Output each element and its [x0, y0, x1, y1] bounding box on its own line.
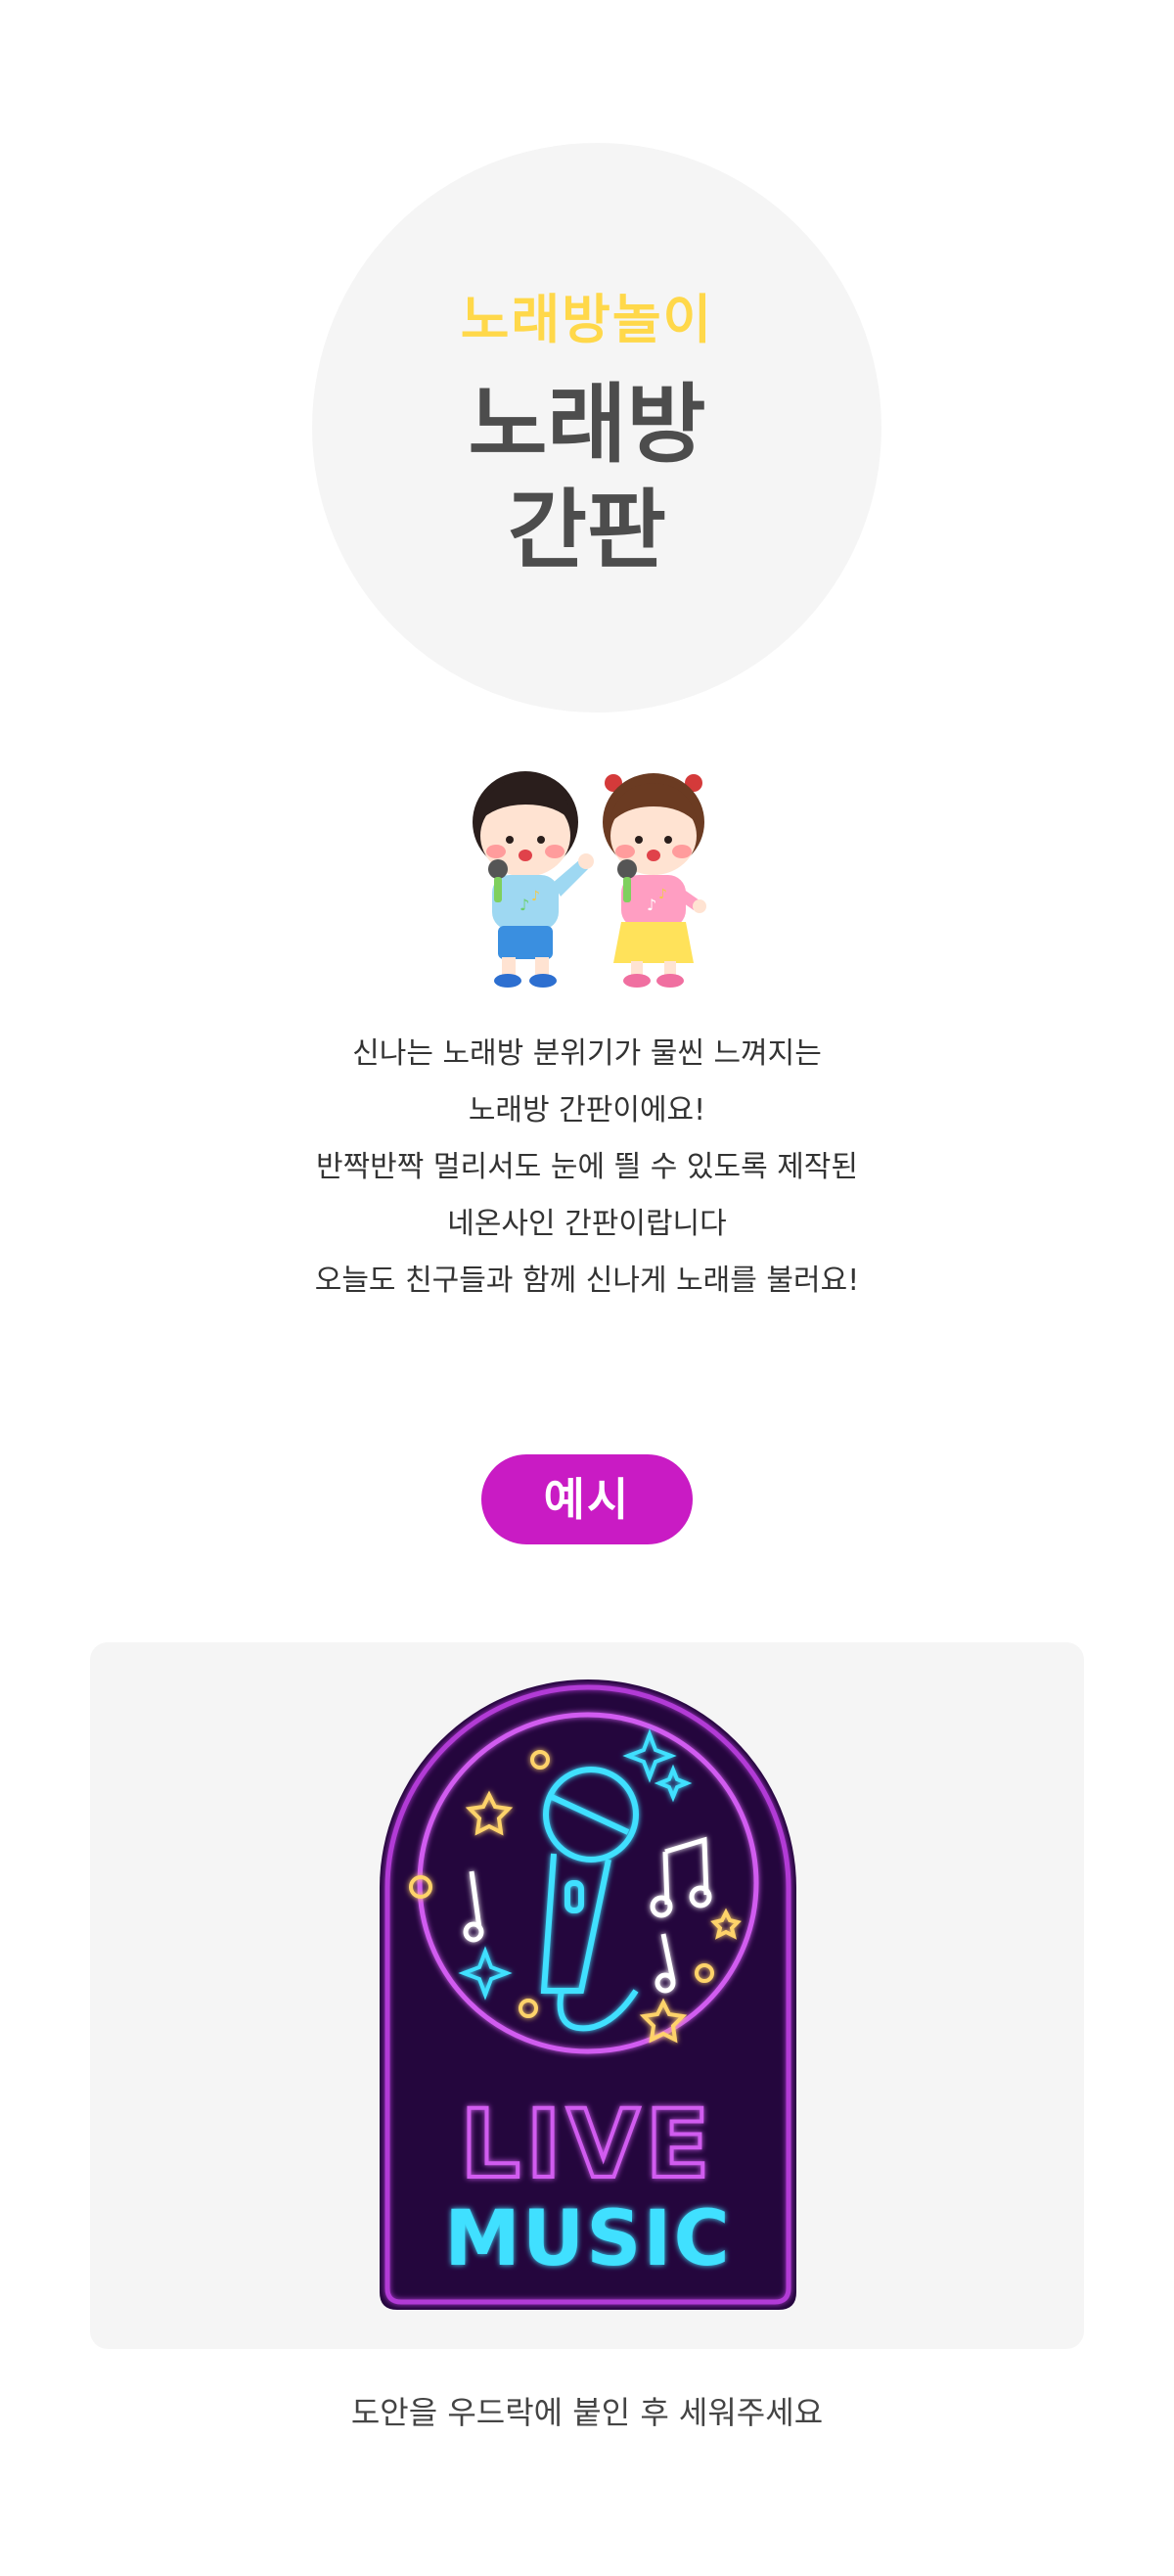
svg-text:♪: ♪: [658, 887, 667, 902]
girl-figure: ♪ ♪: [603, 773, 706, 988]
svg-text:♪: ♪: [647, 896, 656, 914]
footer-note: 도안을 우드락에 붙인 후 세워주세요: [350, 2394, 824, 2431]
neon-sign-image: LIVE MUSIC: [380, 1679, 796, 2310]
page-title-line1: 노래방: [468, 374, 706, 475]
page-title-line2: 간판: [508, 480, 666, 580]
description: 신나는 노래방 분위기가 물씬 느껴지는 노래방 간판이에요! 반짝반짝 멀리서…: [0, 1026, 1174, 1310]
svg-text:♪: ♪: [531, 889, 540, 904]
description-line: 노래방 간판이에요!: [468, 1093, 706, 1127]
description-line: 반짝반짝 멀리서도 눈에 띌 수 있도록 제작된: [315, 1150, 859, 1184]
hero-subtitle: 노래방놀이: [460, 289, 714, 350]
description-line: 네온사인 간판이랍니다: [447, 1207, 727, 1241]
sign-word-live: LIVE: [461, 2090, 716, 2199]
page-title: 노래방 간판: [0, 372, 1174, 583]
kids-singing-illustration: ♪ ♪ ♪ ♪: [473, 771, 706, 988]
sign-word-music: MUSIC: [444, 2195, 731, 2283]
boy-figure: ♪ ♪: [473, 771, 594, 988]
svg-text:♪: ♪: [519, 896, 529, 914]
description-line: 오늘도 친구들과 함께 신나게 노래를 불러요!: [314, 1264, 860, 1298]
description-line: 신나는 노래방 분위기가 물씬 느껴지는: [352, 1036, 822, 1071]
example-badge: 예시: [481, 1454, 693, 1544]
